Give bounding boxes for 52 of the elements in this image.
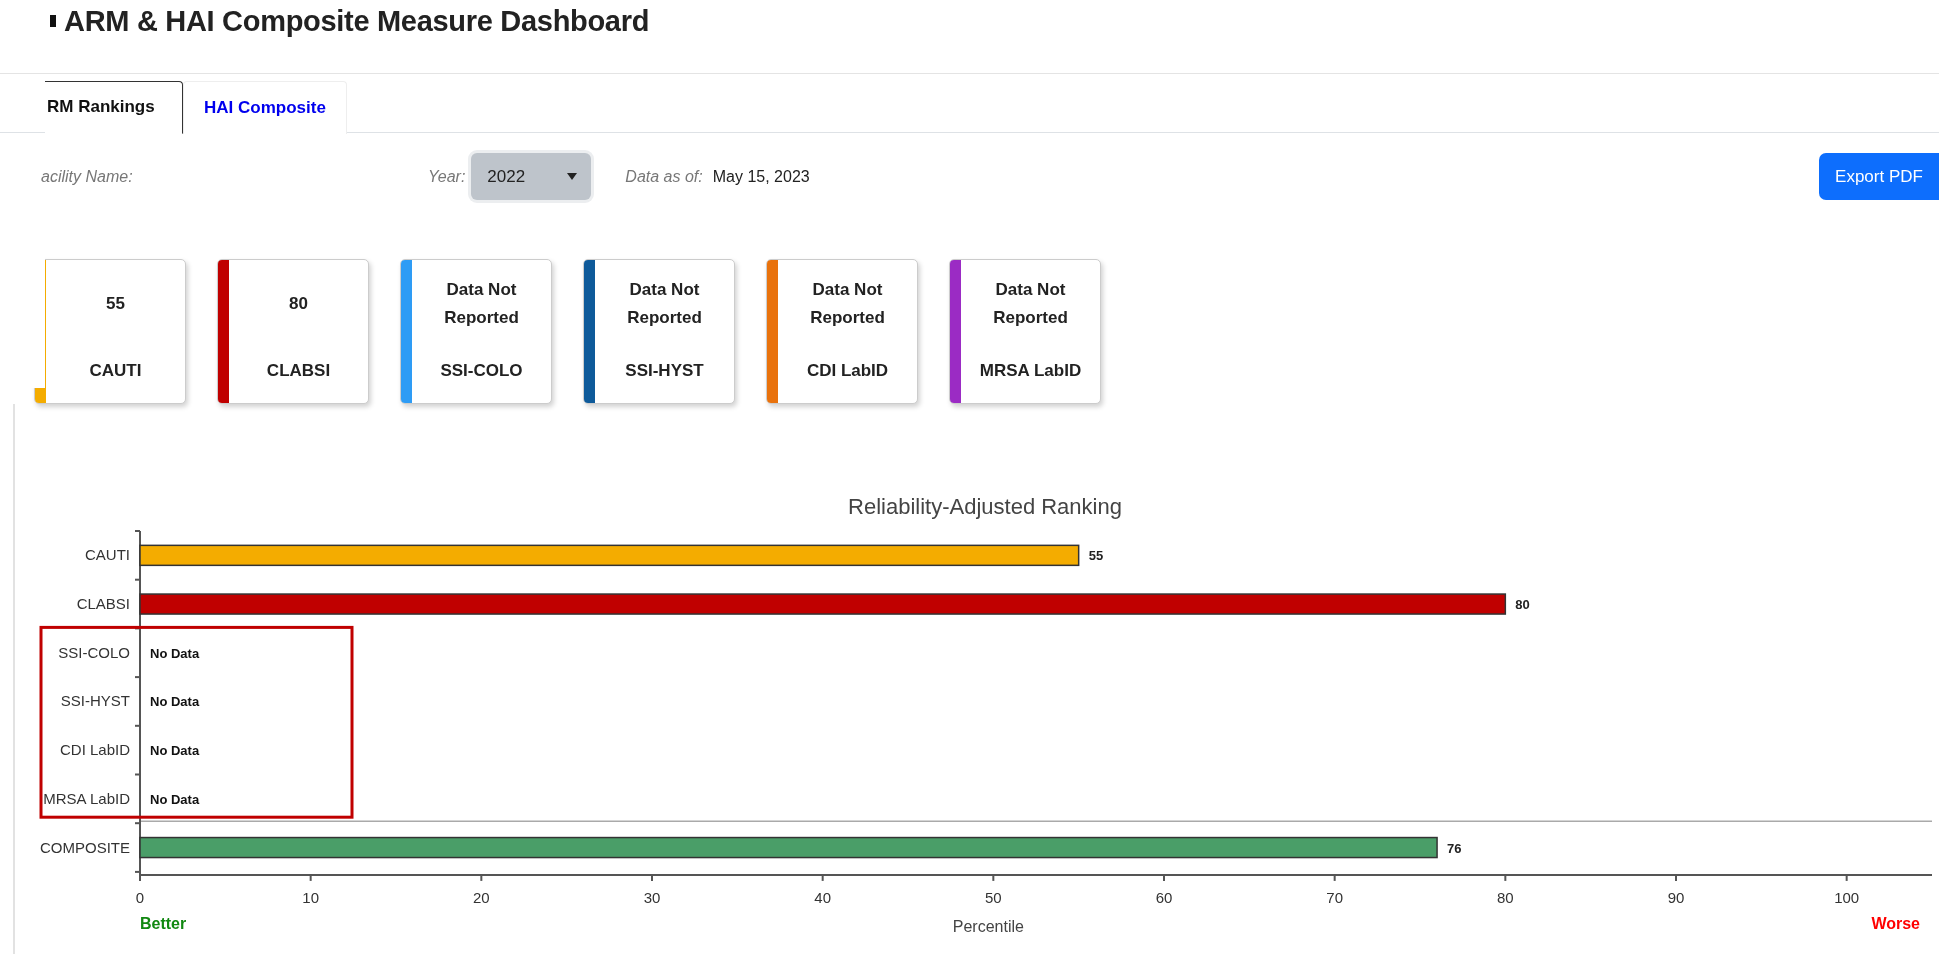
card-label: CAUTI <box>89 361 142 381</box>
data-as-of-date: May 15, 2023 <box>712 167 810 186</box>
export-pdf-button[interactable]: Export PDF <box>1819 153 1939 200</box>
no-data-label: No Data <box>150 694 200 710</box>
tick-label: 80 <box>1497 888 1514 906</box>
tick-label: 50 <box>985 888 1002 906</box>
worse-label: Worse <box>1871 914 1920 932</box>
tick-label: 40 <box>814 888 831 906</box>
tab[interactable]: HAI Composite <box>183 81 347 134</box>
square-icon <box>50 15 56 27</box>
tick-label: 100 <box>1834 888 1860 906</box>
card-label: CDI LabID <box>806 361 889 381</box>
card-value: Data Not Reported <box>809 279 886 329</box>
better-label: Better <box>140 914 187 932</box>
no-data-label: No Data <box>150 743 200 759</box>
data-as-of-label: Data as of: <box>625 167 703 186</box>
tick-label: 30 <box>643 888 661 906</box>
year-label: Year: <box>428 167 466 186</box>
category-label: CAUTI <box>85 546 130 564</box>
card-value: 55 <box>105 293 126 315</box>
category-label: SSI-COLO <box>58 643 130 661</box>
tick-label: 60 <box>1155 888 1173 906</box>
value-label: 80 <box>1515 597 1530 613</box>
no-data-label: No Data <box>150 791 200 807</box>
value-label: 76 <box>1447 840 1462 856</box>
category-label: MRSA LabID <box>43 789 130 807</box>
category-label: CLABSI <box>76 595 130 613</box>
caret-icon <box>567 173 578 180</box>
category-label: SSI-HYST <box>60 692 130 710</box>
category-label: CDI LabID <box>59 741 130 759</box>
tick-label: 90 <box>1667 888 1685 906</box>
tick-label: 10 <box>302 888 319 906</box>
category-label: COMPOSITE <box>40 838 130 856</box>
axis-title: Percentile <box>952 917 1024 935</box>
tick-label: 0 <box>135 888 145 906</box>
card-label: SSI-HYST <box>625 361 704 381</box>
year-dropdown[interactable]: 2022 <box>471 153 592 200</box>
tab[interactable]: RM Rankings <box>45 81 183 134</box>
card-value: Data Not Reported <box>626 279 703 329</box>
tick-label: 70 <box>1326 888 1343 906</box>
card-label: MRSA LabID <box>979 361 1082 381</box>
page-title: ARM & HAI Composite Measure Dashboard <box>64 4 650 38</box>
card-label: CLABSI <box>266 361 331 381</box>
card-label: SSI-COLO <box>440 361 523 381</box>
no-data-label: No Data <box>150 645 200 661</box>
facility-label: acility Name: <box>41 167 134 186</box>
card-value: Data Not Reported <box>443 279 520 329</box>
card-value: 80 <box>288 293 309 315</box>
chart-title: Reliability-Adjusted Ranking <box>848 494 1122 519</box>
card-value: Data Not Reported <box>992 279 1069 329</box>
tick-label: 20 <box>473 888 490 906</box>
value-label: 55 <box>1088 548 1104 564</box>
